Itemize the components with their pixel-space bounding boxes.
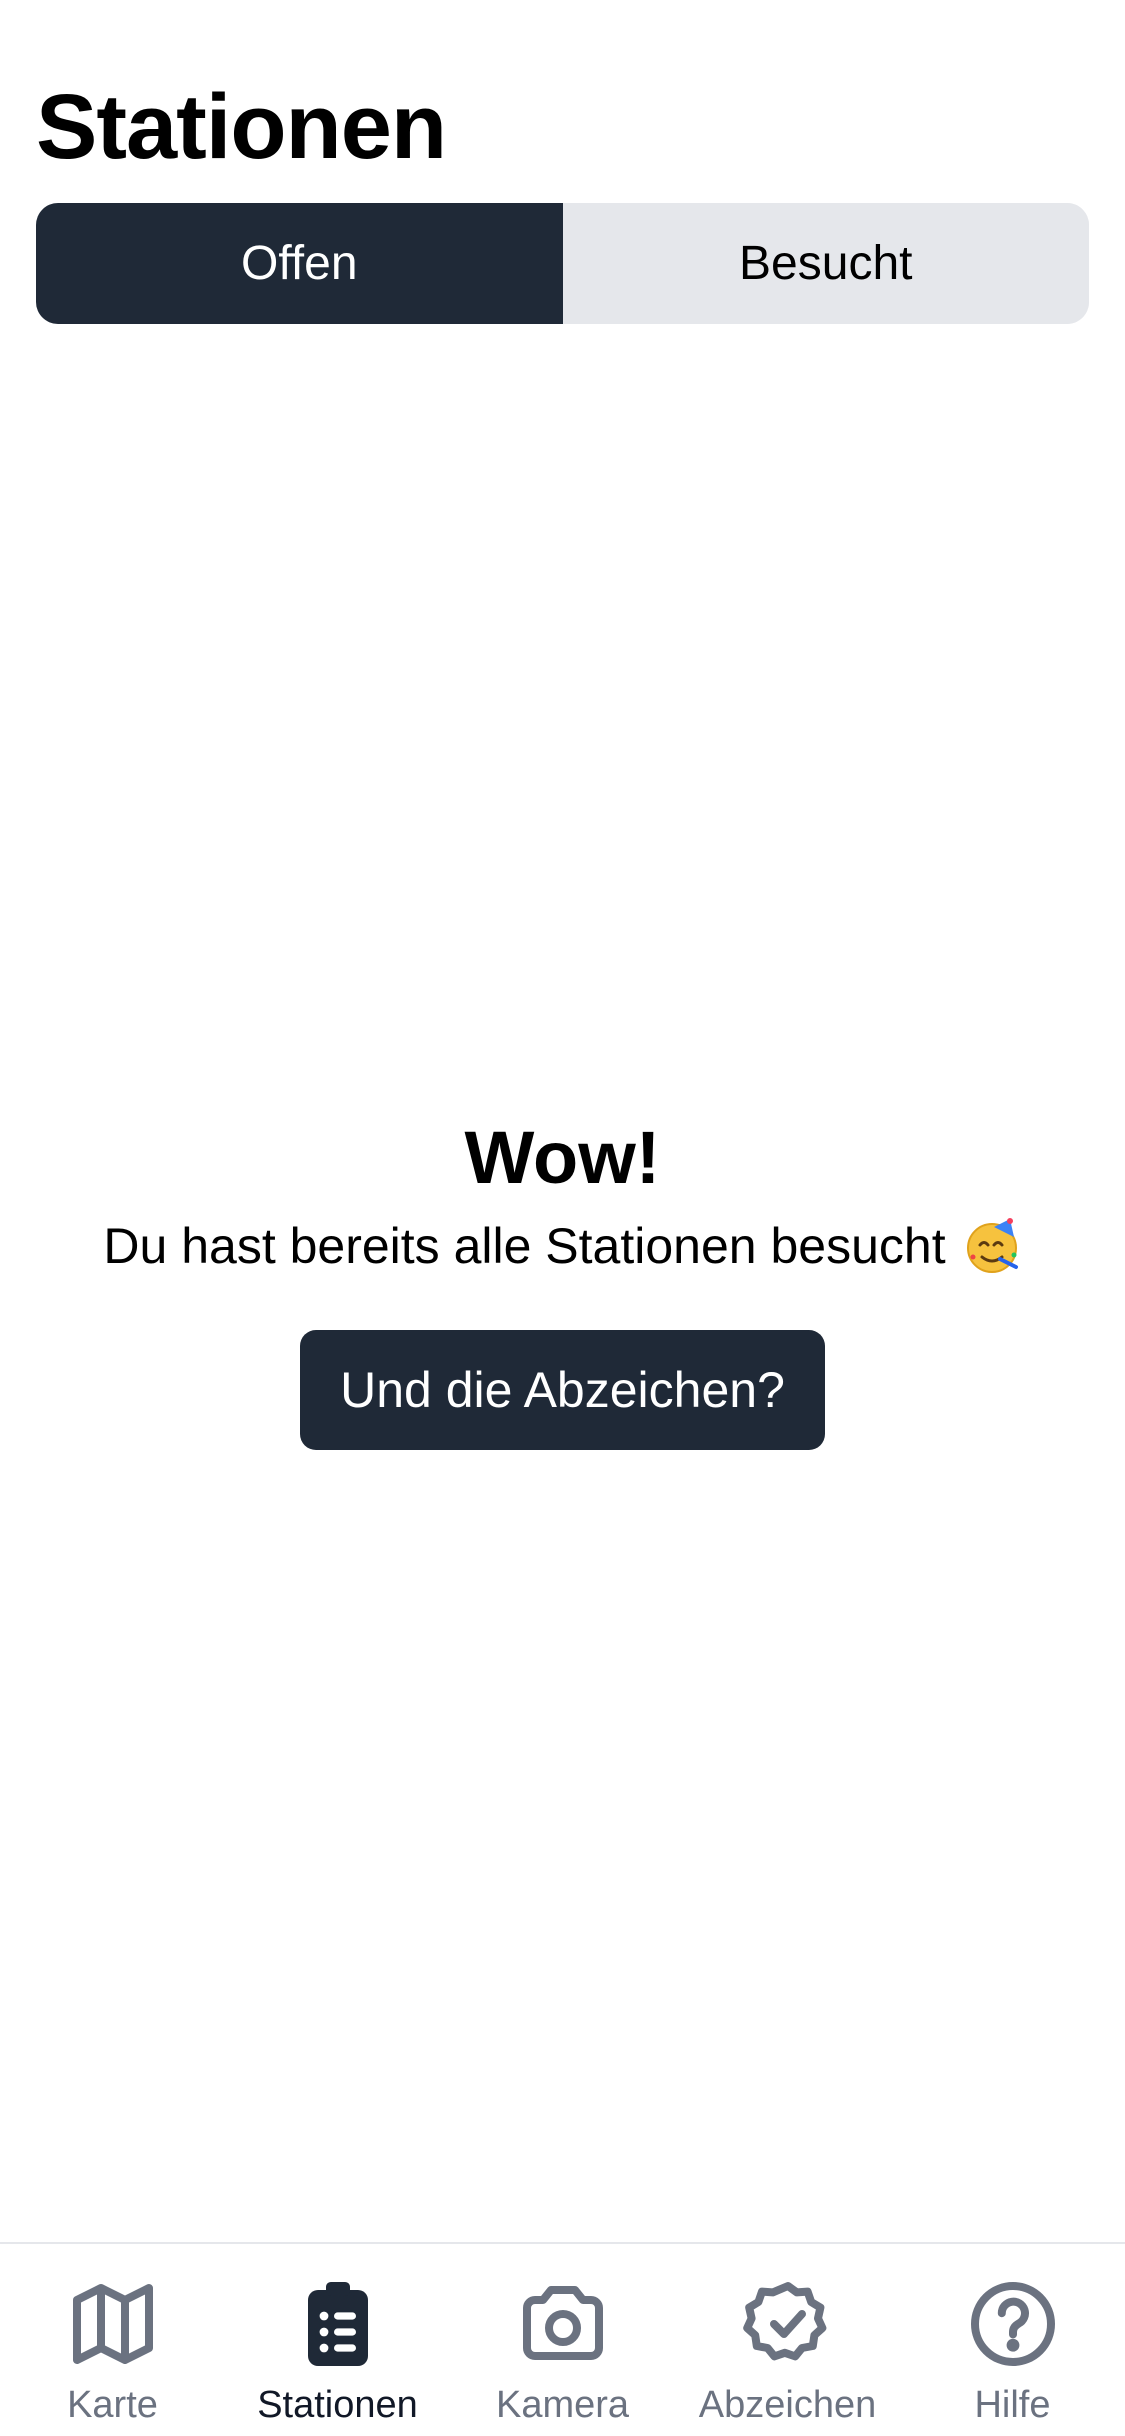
badge-check-icon: [738, 2274, 838, 2374]
party-face-icon: [964, 1217, 1022, 1275]
empty-state-title: Wow!: [464, 1116, 661, 1199]
segment-offen[interactable]: Offen: [36, 203, 563, 324]
page-title: Stationen: [36, 76, 447, 178]
badges-button[interactable]: Und die Abzeichen?: [300, 1330, 825, 1450]
tab-stationen-label: Stationen: [257, 2384, 418, 2426]
segment-besucht[interactable]: Besucht: [562, 203, 1089, 324]
tab-karte-label: Karte: [67, 2384, 158, 2426]
tab-abzeichen[interactable]: Abzeichen: [675, 2244, 900, 2436]
map-icon: [63, 2274, 163, 2374]
tab-hilfe[interactable]: Hilfe: [900, 2244, 1125, 2436]
tab-stationen[interactable]: Stationen: [225, 2244, 450, 2436]
tab-abzeichen-label: Abzeichen: [698, 2384, 877, 2426]
tab-karte[interactable]: Karte: [0, 2244, 225, 2436]
bottom-tab-bar: Karte Stationen Kamera Abzeichen Hilfe: [0, 2242, 1125, 2436]
tab-kamera-label: Kamera: [495, 2384, 630, 2426]
empty-state-message-row: Du hast bereits alle Stationen besucht: [103, 1214, 1021, 1278]
tab-hilfe-label: Hilfe: [974, 2384, 1051, 2426]
station-filter-segmented-control: Offen Besucht: [36, 203, 1089, 324]
stationen-screen: Stationen Offen Besucht Wow! Du hast ber…: [0, 0, 1125, 2436]
empty-state-message: Du hast bereits alle Stationen besucht: [103, 1218, 946, 1274]
tab-kamera[interactable]: Kamera: [450, 2244, 675, 2436]
question-circle-icon: [963, 2274, 1063, 2374]
empty-state: Wow! Du hast bereits alle Stationen besu…: [0, 1110, 1125, 1450]
camera-icon: [513, 2274, 613, 2374]
clipboard-list-icon: [288, 2274, 388, 2374]
